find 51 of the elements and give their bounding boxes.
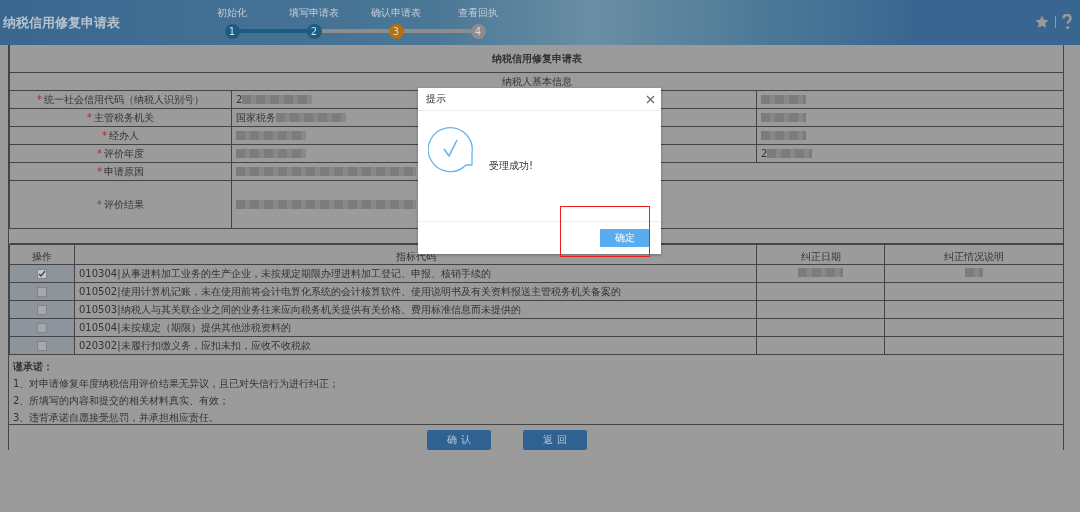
field-label: 经办人 <box>109 129 139 141</box>
help-icon[interactable] <box>1062 13 1072 30</box>
step-label: 初始化 <box>217 6 247 20</box>
field-label: 评价年度 <box>104 147 144 159</box>
field-label: 评价结果 <box>104 198 144 210</box>
checkbox[interactable] <box>37 286 47 297</box>
indicator-text: 020302|未履行扣缴义务，应扣未扣，应收不收税款 <box>79 339 312 352</box>
step-label: 确认申请表 <box>371 6 421 20</box>
step-number: 1 <box>224 24 240 39</box>
column-header: 纠正情况说明 <box>944 251 1004 262</box>
indicator-text: 010504|未按规定（期限）提供其他涉税资料的 <box>79 321 292 334</box>
indicator-text: 010503|纳税人与其关联企业之间的业务往来应向税务机关提供有关价格、费用标准信息而未提供的 <box>79 303 522 316</box>
step-number: 4 <box>470 24 486 39</box>
step-label: 查看回执 <box>458 6 498 20</box>
promise-heading: 谨承诺： <box>13 360 54 374</box>
column-header: 操作 <box>32 251 52 262</box>
dialog-message: 受理成功! <box>489 159 533 173</box>
indicator-text: 010304|从事进料加工业务的生产企业，未按规定期限办理进料加工登记、申报、核销手续的 <box>79 267 492 280</box>
dialog-title: 提示 <box>426 92 446 106</box>
step-number: 3 <box>388 24 404 39</box>
close-icon[interactable] <box>646 94 655 104</box>
required-mark: * <box>97 147 102 159</box>
indicator-text: 010502|使用计算机记账，未在使用前将会计电算化系统的会计核算软件、使用说明书及有关资料报送主管税务机关备案的 <box>79 285 622 298</box>
step-number: 2 <box>306 24 322 39</box>
checkbox[interactable] <box>37 322 47 333</box>
check-bubble-icon <box>428 125 476 173</box>
required-mark: * <box>97 198 102 210</box>
field-value: 国家税务 <box>236 111 276 124</box>
confirm-button[interactable]: 确定 <box>600 229 649 247</box>
field-label: 主管税务机关 <box>94 111 154 123</box>
action-button[interactable]: 确 认 <box>427 430 491 450</box>
required-mark: * <box>97 165 102 177</box>
page-title: 纳税信用修复申请表 <box>3 13 121 32</box>
checkbox[interactable] <box>37 340 47 351</box>
required-mark: * <box>87 111 92 123</box>
required-mark: * <box>102 129 107 141</box>
promise-item: 3、违背承诺自愿接受惩罚，并承担相应责任。 <box>13 411 221 425</box>
checkbox[interactable] <box>37 304 47 315</box>
promise-item: 1、对申请修复年度纳税信用评价结果无异议，且已对失信行为进行纠正； <box>13 377 341 391</box>
section-title: 纳税人基本信息 <box>501 75 572 87</box>
step-label: 填写申请表 <box>289 6 339 20</box>
promise-item: 2、所填写的内容和提交的相关材料真实、有效； <box>13 394 231 408</box>
star-icon[interactable] <box>1035 14 1049 29</box>
checkbox[interactable] <box>37 268 47 279</box>
action-button[interactable]: 返 回 <box>523 430 587 450</box>
required-mark: * <box>37 93 42 105</box>
form-title: 纳税信用修复申请表 <box>491 52 582 64</box>
field-label: 申请原因 <box>104 165 144 177</box>
field-value: 2 <box>761 147 768 160</box>
column-header: 纠正日期 <box>800 251 841 262</box>
field-value: 2 <box>236 93 243 106</box>
